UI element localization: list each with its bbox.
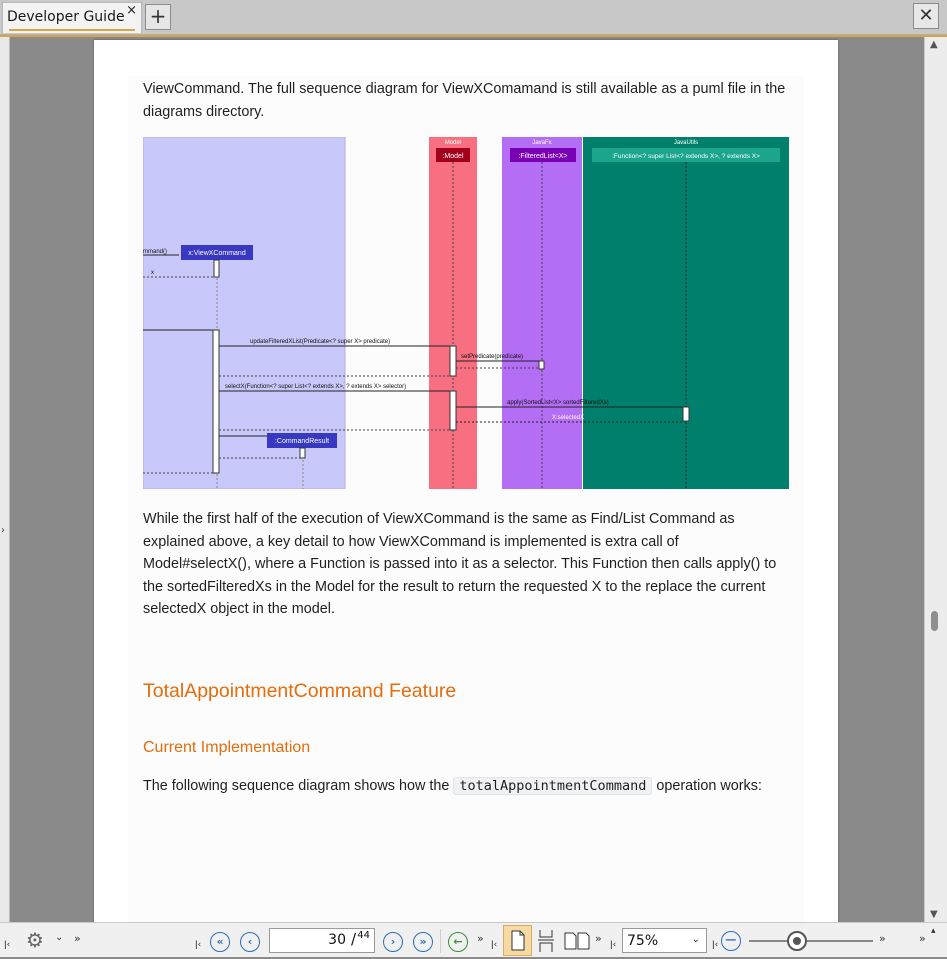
history-chevron-icon[interactable]: »	[477, 932, 484, 945]
javafx-lane	[502, 137, 582, 489]
layout-chevron-icon[interactable]: »	[595, 932, 602, 945]
overflow-chevron-icon[interactable]: »	[74, 932, 81, 945]
single-page-icon	[511, 930, 525, 951]
zoom-chevron-icon[interactable]: »	[879, 932, 886, 945]
javafx-lane-title: JavaFx	[532, 140, 551, 146]
heading-current-implementation: Current Implementation	[143, 739, 311, 756]
model-lane-title: Model	[445, 140, 461, 146]
page-separator: /	[350, 930, 356, 948]
msg-apply: apply(SortedList<X> sortedFilteredXs)	[507, 400, 609, 406]
go-back-button[interactable]: ←	[448, 932, 468, 952]
tab-developer-guide[interactable]: Developer Guide ×	[2, 2, 142, 33]
new-tab-button[interactable]: +	[145, 4, 171, 30]
bottom-toolbar: ǀ‹ ⚙ ⌄ » ǀ‹ « ‹ 30 / 44 › » ← » ǀ‹ » ǀ‹ …	[0, 922, 947, 957]
heading-total-appointment: TotalAppointmentCommand Feature	[143, 680, 457, 702]
scroll-up-icon[interactable]: ▲	[930, 39, 938, 50]
text-before-code: The following sequence diagram shows how…	[143, 778, 450, 794]
previous-page-button[interactable]: ‹	[240, 932, 260, 952]
function-participant: :Function<? super List<? extends X>, ? e…	[612, 153, 760, 160]
collapse-toolbar-icon[interactable]: ▴	[931, 926, 936, 936]
tab-active-indicator	[9, 29, 135, 31]
scroll-thumb[interactable]	[931, 611, 938, 631]
page: ViewCommand. The full sequence diagram f…	[94, 40, 838, 922]
document-viewport[interactable]: ViewCommand. The full sequence diagram f…	[10, 37, 924, 922]
text-after-code: operation works:	[656, 778, 762, 794]
toolbar-overflow-icon[interactable]: »	[919, 932, 926, 945]
msg-x-return: x	[151, 270, 154, 276]
single-page-view-button[interactable]	[503, 925, 532, 956]
chevron-down-icon[interactable]: ⌄	[692, 934, 700, 945]
zoom-slider-grip-icon: ǀ‹	[712, 940, 719, 950]
gear-icon[interactable]: ⚙	[26, 928, 44, 952]
viewxcommand-participant: x:ViewXCommand	[188, 250, 246, 257]
tab-bar: Developer Guide × + ✕	[0, 0, 947, 35]
sequence-diagram: Model JavaFx JavaUtils :Model :FilteredL…	[143, 137, 789, 489]
tab-close-icon[interactable]: ×	[126, 4, 137, 18]
zoom-slider-track[interactable]	[749, 940, 873, 942]
inline-code: totalAppointmentCommand	[453, 777, 653, 795]
model-participant: :Model	[442, 153, 463, 160]
zoom-value: 75%	[627, 933, 659, 949]
javautils-lane	[583, 137, 789, 489]
javautils-lane-title: JavaUtils	[674, 140, 698, 146]
left-panel-gutter[interactable]: ›	[0, 37, 10, 922]
nav-grip-icon: ǀ‹	[195, 940, 202, 950]
zoom-slider-knob[interactable]	[787, 931, 807, 951]
current-page[interactable]: 30	[328, 932, 346, 948]
paragraph-explanation: While the first half of the execution of…	[143, 511, 777, 617]
commandresult-participant: :CommandResult	[275, 438, 329, 445]
toolbar-grip-icon[interactable]: ǀ‹	[4, 940, 10, 950]
page-number-field[interactable]: 30 / 44	[269, 928, 375, 953]
zoom-out-button[interactable]: −	[721, 931, 741, 951]
expand-panel-icon[interactable]: ›	[1, 525, 5, 536]
facing-pages-icon[interactable]	[563, 931, 591, 951]
msg-selected-x: X:selectedX	[552, 415, 584, 421]
total-pages: 44	[357, 930, 370, 941]
msg-update-filtered: updateFilteredXList(Predicate<? super X>…	[250, 339, 390, 345]
msg-selectx: selectX(Function<? super List<? extends …	[225, 384, 406, 390]
model-lane	[429, 137, 477, 489]
scroll-down-icon[interactable]: ▼	[930, 909, 938, 920]
vertical-scrollbar[interactable]: ▲ ▼	[924, 37, 947, 922]
first-page-button[interactable]: «	[210, 932, 230, 952]
paragraph-sequence-intro: The following sequence diagram shows how…	[143, 775, 788, 798]
settings-dropdown-icon[interactable]: ⌄	[55, 932, 63, 943]
tab-title: Developer Guide	[7, 9, 125, 25]
zoom-select[interactable]: 75% ⌄	[622, 928, 707, 953]
zoom-grip-icon: ǀ‹	[610, 940, 617, 950]
filteredlist-participant: :FilteredList<X>	[518, 153, 567, 160]
msg-command: mmand()	[143, 249, 167, 255]
paragraph-intro: ViewCommand. The full sequence diagram f…	[143, 81, 786, 120]
view-grip-icon: ǀ‹	[491, 940, 498, 950]
msg-set-predicate: setPredicate(predicate)	[461, 354, 523, 360]
last-page-button[interactable]: »	[413, 932, 433, 952]
toolbar-separator	[440, 929, 441, 953]
close-window-button[interactable]: ✕	[913, 3, 939, 29]
next-page-button[interactable]: ›	[383, 932, 403, 952]
continuous-view-icon[interactable]	[537, 929, 557, 953]
